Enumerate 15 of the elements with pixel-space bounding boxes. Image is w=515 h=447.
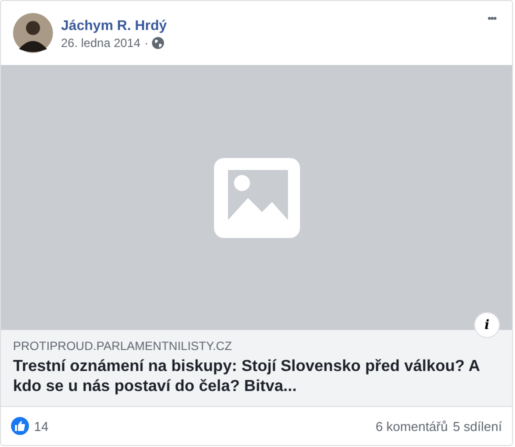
- link-title: Trestní oznámení na biskupy: Stojí Slovensko před válkou? A kdo se u nás postaví do čela? Bitva...: [13, 357, 480, 397]
- comment-count[interactable]: 6 komentářů: [376, 418, 448, 434]
- link-domain: PROTIPROUD.PARLAMENTNILISTY.CZ: [13, 339, 233, 353]
- share-count[interactable]: 5 sdílení: [452, 418, 502, 434]
- like-icon: [11, 417, 29, 435]
- more-options-button[interactable]: •••: [483, 11, 500, 27]
- author-name[interactable]: Jáchym R. Hrdý: [61, 16, 476, 32]
- post-date[interactable]: 26. ledna 2014: [61, 36, 140, 50]
- avatar[interactable]: [13, 13, 53, 53]
- info-button[interactable]: i: [474, 312, 500, 338]
- globe-icon: [152, 36, 164, 48]
- separator: ·: [144, 36, 148, 50]
- image-icon: [214, 158, 300, 238]
- like-count[interactable]: 14: [34, 418, 48, 434]
- link-preview[interactable]: PROTIPROUD.PARLAMENTNILISTY.CZ Trestní oznámení na biskupy: Stojí Slovensko před válkou? A kdo se u nás postaví do čela? Bitva...: [1, 330, 512, 407]
